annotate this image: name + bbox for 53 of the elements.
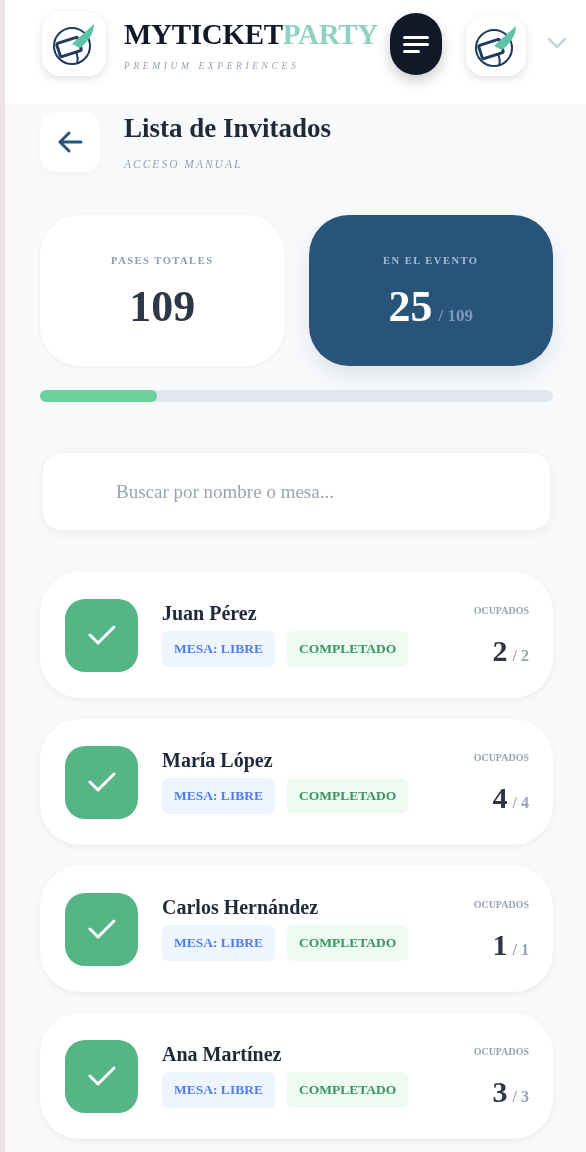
checkin-status[interactable] <box>65 892 138 966</box>
check-icon <box>87 771 116 794</box>
checkin-status[interactable] <box>65 598 138 672</box>
logo-icon <box>42 12 106 76</box>
status-tag: COMPLETADO <box>286 1072 409 1109</box>
tagline: PREMIUM EXPERIENCES <box>124 60 301 73</box>
back-button[interactable] <box>40 112 100 172</box>
stat-value: 109 <box>129 284 196 329</box>
page-title: Lista de Invitados <box>124 115 332 142</box>
stat-label: PASES TOTALES <box>111 253 214 268</box>
table-tag: MESA: LIBRE <box>162 925 275 962</box>
checkin-status[interactable] <box>65 1039 138 1113</box>
logo-icon[interactable] <box>466 16 526 76</box>
seats-label: OCUPADOS <box>473 1044 529 1059</box>
seats-label: OCUPADOS <box>473 750 529 765</box>
back-arrow-icon <box>57 131 83 153</box>
seats-label: OCUPADOS <box>473 897 529 912</box>
guest-name: Carlos Hernández <box>162 897 320 918</box>
seats-count: 2 <box>492 635 508 666</box>
seats-count: 1 <box>492 929 508 960</box>
guest-name: Juan Pérez <box>162 603 258 624</box>
table-tag: MESA: LIBRE <box>162 631 275 668</box>
table-tag: MESA: LIBRE <box>162 778 275 815</box>
guest-card[interactable]: Juan Pérez MESA: LIBRE COMPLETADO OCUPADOS 2 / 2 <box>40 572 553 699</box>
guest-card[interactable]: Ana Martínez MESA: LIBRE COMPLETADO OCUPADOS 3 / 3 <box>40 1013 553 1140</box>
brand-name: MYTICKETPARTY <box>124 20 379 49</box>
menu-icon <box>403 34 429 54</box>
check-icon <box>87 918 116 941</box>
menu-button[interactable] <box>390 13 442 75</box>
stat-total: / 109 <box>438 304 473 327</box>
chevron-down-icon[interactable] <box>548 38 566 48</box>
checkin-status[interactable] <box>65 745 138 819</box>
guest-name: María López <box>162 750 274 771</box>
seats-label: OCUPADOS <box>473 603 529 618</box>
search-field[interactable]: Buscar por nombre o mesa... <box>42 452 551 532</box>
seats-count: 4 <box>492 782 508 813</box>
seats-count: 3 <box>492 1076 508 1107</box>
status-tag: COMPLETADO <box>286 778 409 815</box>
table-tag: MESA: LIBRE <box>162 1072 275 1109</box>
status-tag: COMPLETADO <box>286 631 409 668</box>
seats-total: / 3 <box>512 1086 529 1107</box>
check-icon <box>87 1065 116 1088</box>
guest-card[interactable]: Carlos Hernández MESA: LIBRE COMPLETADO OCUPADOS 1 / 1 <box>40 866 553 993</box>
seats-total: / 1 <box>512 939 529 960</box>
status-tag: COMPLETADO <box>286 925 409 962</box>
page-subtitle: ACCESO MANUAL <box>124 157 244 172</box>
check-icon <box>87 624 116 647</box>
stat-label: EN EL EVENTO <box>383 253 479 268</box>
guest-card[interactable]: María López MESA: LIBRE COMPLETADO OCUPADOS 4 / 4 <box>40 719 553 846</box>
seats-total: / 2 <box>512 645 529 666</box>
seats-total: / 4 <box>512 792 529 813</box>
stat-value: 25 <box>388 284 433 329</box>
guest-name: Ana Martínez <box>162 1044 283 1065</box>
